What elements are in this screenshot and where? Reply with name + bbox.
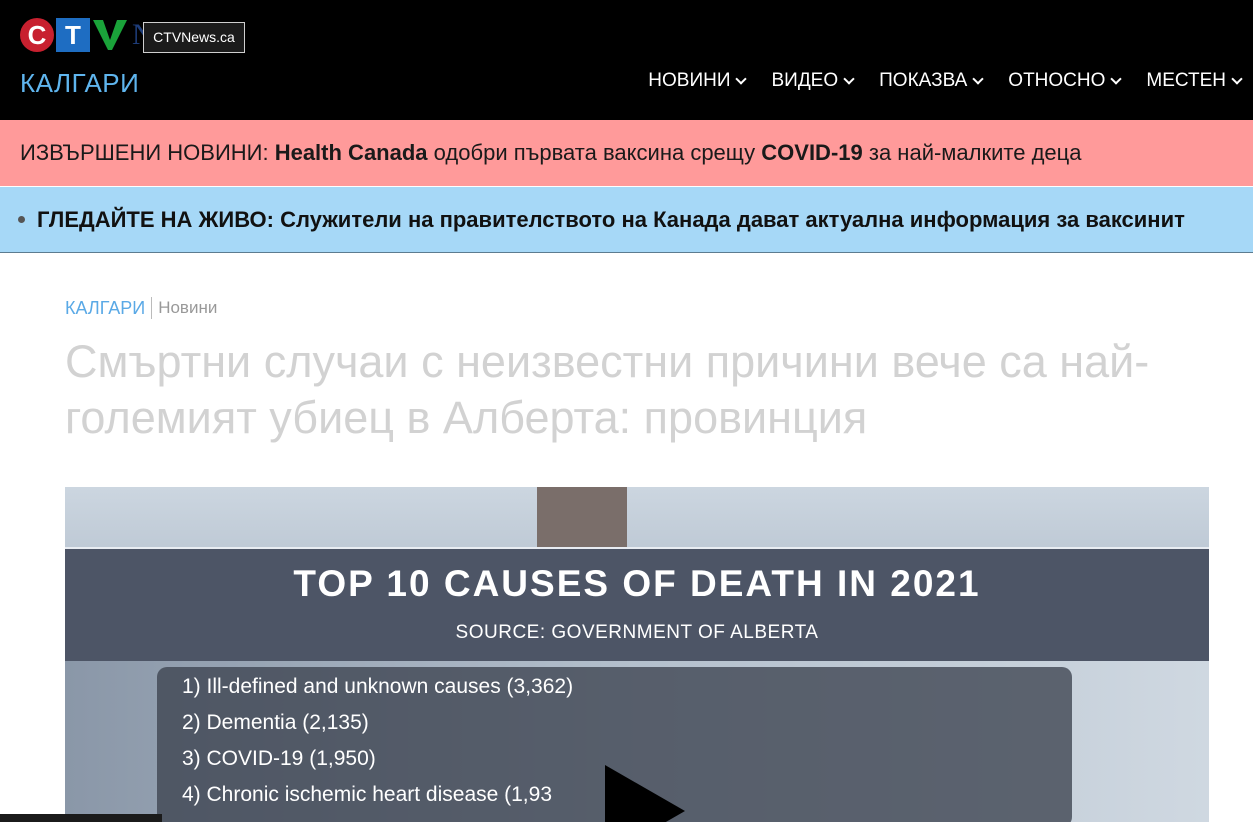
video-background-top [65, 487, 1209, 547]
breaking-news-banner[interactable]: ИЗВЪРШЕНИ НОВИНИ: Health Canada одобри п… [0, 120, 1253, 186]
chevron-down-icon [1231, 72, 1243, 85]
nav-video-label: ВИДЕО [771, 70, 839, 91]
nav-news[interactable]: НОВИНИ [648, 70, 748, 92]
video-source: SOURCE: GOVERNMENT OF ALBERTA [455, 622, 819, 643]
article-headline: Смъртни случаи с неизвестни причини вече… [65, 336, 1150, 443]
nav-about[interactable]: ОТНОСНО [1008, 70, 1123, 92]
chevron-down-icon [843, 72, 855, 85]
logo-t: T [56, 18, 90, 52]
video-background-pillar [537, 487, 627, 547]
nav-about-label: ОТНОСНО [1008, 70, 1106, 91]
breadcrumb-divider [151, 297, 153, 319]
live-banner[interactable]: ГЛЕДАЙТЕ НА ЖИВО: Служители на правителс… [0, 187, 1253, 253]
live-text: Служители на правителството на Канада да… [280, 207, 1185, 232]
nav-shows-label: ПОКАЗВА [879, 70, 968, 91]
chevron-down-icon [972, 72, 984, 85]
nav-local-label: МЕСТЕН [1146, 70, 1226, 91]
chevron-down-icon [1110, 72, 1123, 85]
nav-shows[interactable]: ПОКАЗВА [879, 70, 984, 92]
bottom-left-overlay [0, 814, 162, 822]
city-title[interactable]: КАЛГАРИ [20, 68, 139, 99]
breaking-prefix: ИЗВЪРШЕНИ НОВИНИ: [20, 140, 269, 165]
main-nav: НОВИНИ ВИДЕО ПОКАЗВА ОТНОСНО МЕСТЕН [648, 70, 1243, 92]
breadcrumb: КАЛГАРИ Новини [65, 297, 217, 319]
play-icon[interactable] [605, 765, 685, 822]
nav-local[interactable]: МЕСТЕН [1146, 70, 1243, 92]
logo-v-icon [92, 18, 128, 52]
logo-tooltip: CTVNews.ca [143, 22, 245, 53]
bullet-icon [18, 215, 25, 223]
list-item: 4) Chronic ischemic heart disease (1,93 [182, 783, 553, 806]
video-title-banner: TOP 10 CAUSES OF DEATH IN 2021 SOURCE: G… [65, 547, 1209, 661]
list-item: 1) Ill-defined and unknown causes (3,362… [182, 675, 574, 698]
breaking-bold-2: COVID-19 [761, 140, 863, 165]
list-item: 3) COVID-19 (1,950) [182, 747, 376, 770]
site-header: C T N CTVNews.ca КАЛГАРИ НОВИНИ ВИДЕО ПО… [0, 0, 1253, 120]
list-item: 2) Dementia (2,135) [182, 711, 369, 734]
logo-c: C [20, 18, 54, 52]
live-label: ГЛЕДАЙТЕ НА ЖИВО: [37, 207, 274, 232]
video-title: TOP 10 CAUSES OF DEATH IN 2021 [293, 563, 981, 604]
breaking-bold-1: Health Canada [274, 140, 428, 165]
breadcrumb-section[interactable]: Новини [158, 298, 217, 318]
ctv-logo[interactable]: C T N [20, 18, 154, 52]
breadcrumb-city[interactable]: КАЛГАРИ [65, 298, 145, 319]
chevron-down-icon [735, 72, 748, 85]
video-player[interactable]: TOP 10 CAUSES OF DEATH IN 2021 SOURCE: G… [65, 487, 1209, 822]
nav-video[interactable]: ВИДЕО [771, 70, 855, 92]
breaking-text-2: за най-малките деца [868, 140, 1082, 165]
nav-news-label: НОВИНИ [648, 70, 731, 91]
breaking-text-1: одобри първата ваксина срещу [433, 140, 756, 165]
